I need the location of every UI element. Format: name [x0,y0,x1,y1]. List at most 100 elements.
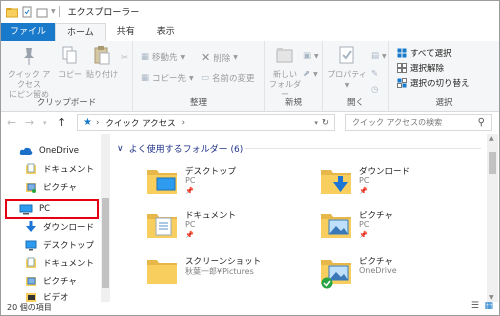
group-label-open: 開く [346,98,364,108]
screenshots-folder-icon [147,260,177,284]
select-all-icon [397,48,407,58]
group-open: プロパティ▼ ▤ ▼ ✎ ◷ 開く [323,41,389,111]
recent-locations-icon[interactable]: ▾ [43,119,47,127]
properties-check-icon [339,46,354,64]
easy-access-dropdown-icon: ▼ [313,70,318,78]
edit-icon: ✎ [371,69,379,79]
address-dropdown-icon[interactable]: ▾ [314,119,318,127]
rename-button[interactable]: ▭ 名前の変更 [201,72,255,84]
nav-item-onedrive-pictures[interactable]: ピクチャ [25,178,77,196]
delete-icon: ✕ [201,51,211,64]
paste-button[interactable]: 貼り付け [85,45,119,80]
nav-scrollbar[interactable] [101,134,110,302]
copy-to-button[interactable]: ▦ コピー先 ▼ [141,72,194,84]
tile-downloads[interactable]: ダウンロード PC 📌 [319,164,469,214]
pictures-icon [26,277,36,286]
move-to-button[interactable]: ▦ 移動先 ▼ [141,51,185,63]
group-select: すべて選択 選択解除 選択の切り替え 選択 [389,41,499,111]
move-to-dropdown-icon: ▼ [180,53,186,61]
nav-label-onedrive: OneDrive [39,146,79,156]
open-button[interactable]: ▤ ▼ [371,51,387,61]
tile-onedrive-pictures[interactable]: ピクチャ OneDrive [319,254,469,302]
tile-desktop[interactable]: デスクトップ PC 📌 [145,164,295,214]
up-arrow-icon[interactable]: ↑ [57,116,66,129]
content-scrollbar-thumb[interactable] [489,152,496,174]
copy-button[interactable]: コピー [57,45,83,80]
select-all-label: すべて選択 [410,49,452,59]
tiles-view-icon[interactable]: ▦ [484,301,493,311]
delete-button[interactable]: ✕ 削除 ▼ [201,51,238,64]
nav-item-onedrive-documents[interactable]: ドキュメント [25,160,94,178]
delete-dropdown-icon: ▼ [233,54,238,61]
address-separator-1: › [95,117,100,128]
forward-arrow-icon[interactable]: → [25,116,34,129]
tile-screenshots-sub: 秋葉一郎¥Pictures [185,267,254,276]
properties-label: プロパティ [327,70,367,79]
properties-button[interactable]: プロパティ ▼ [327,45,367,91]
address-bar-row: ← → ▾ ↑ ★ › クイック アクセス › ▾ ↻ クイック アクセスの検索… [1,112,499,134]
tile-pictures[interactable]: ピクチャ PC 📌 [319,208,469,258]
nav-item-documents[interactable]: ドキュメント [25,254,94,272]
pin-quick-access-button[interactable]: クイック アクセス にピン留め [5,45,53,100]
tab-file[interactable]: ファイル [1,23,56,41]
address-separator-2[interactable]: › [182,118,185,128]
tile-downloads-pin-icon: 📌 [359,187,368,195]
title-bar: ▼ エクスプローラー [1,1,499,22]
tab-share[interactable]: 共有 [106,23,146,41]
edit-button[interactable]: ✎ [371,69,378,79]
frequent-folders-header[interactable]: ∨ よく使用するフォルダー (6) [117,142,243,156]
tab-home[interactable]: ホーム [55,23,106,42]
new-folder-label-1: 新しい [273,70,297,79]
group-label-organize: 整理 [189,98,207,108]
new-folder-button[interactable]: 新しい フォルダー [269,45,301,100]
rename-label: 名前の変更 [212,74,255,84]
nav-scrollbar-thumb[interactable] [102,198,109,288]
new-folder-qa-icon[interactable] [36,6,48,18]
refresh-icon[interactable]: ↻ [322,118,329,128]
select-none-button[interactable]: 選択解除 [397,62,444,74]
title-separator [58,6,60,17]
scroll-down-icon[interactable]: ▼ [489,294,494,301]
address-path[interactable]: クイック アクセス [105,117,175,129]
easy-access-button[interactable]: ⬈ ▼ [303,69,318,79]
nav-item-downloads[interactable]: ダウンロード [25,218,94,236]
search-box[interactable]: クイック アクセスの検索 ⚲ [345,114,492,131]
nav-item-onedrive[interactable]: OneDrive [19,142,79,160]
tile-documents-pin-icon: 📌 [185,231,194,239]
desktop-icon [25,240,37,251]
tile-screenshots[interactable]: スクリーンショット 秋葉一郎¥Pictures [145,254,295,302]
quick-access-star-icon: ★ [83,117,92,128]
rename-icon: ▭ [201,73,210,83]
select-all-button[interactable]: すべて選択 [397,47,452,59]
pc-highlight-box [5,199,99,219]
documents-icon [26,257,36,268]
address-box[interactable]: ★ › クイック アクセス › ▾ ↻ [77,114,335,131]
nav-item-desktop[interactable]: デスクトップ [25,236,94,254]
history-button[interactable]: ◷ [371,85,378,95]
back-arrow-icon[interactable]: ← [7,116,16,129]
tile-documents-sub: PC [185,220,196,229]
tab-view[interactable]: 表示 [146,23,186,41]
easy-access-icon: ⬈ [303,69,311,79]
delete-label: 削除 [213,53,231,64]
ribbon: クイック アクセス にピン留め コピー 貼り付け ✂ クリップボード ▦ 移動先… [1,41,499,112]
search-input[interactable]: クイック アクセスの検索 [352,117,472,128]
tile-documents[interactable]: ドキュメント PC 📌 [145,208,295,258]
details-view-icon[interactable]: ☰ [471,301,479,311]
tile-onedrive-pictures-sub: OneDrive [359,266,397,275]
nav-label-pictures: ピクチャ [43,277,77,287]
tile-pictures-sub: PC [359,220,370,229]
invert-selection-button[interactable]: 選択の切り替え [397,77,470,89]
open-dropdown-icon: ▼ [382,52,387,60]
search-icon[interactable]: ⚲ [478,117,485,128]
properties-icon[interactable] [21,6,33,18]
pictures-folder-icon [26,183,36,193]
customize-dropdown-icon[interactable]: ▼ [51,8,56,15]
collapse-chevron-icon[interactable]: ∨ [117,144,124,154]
pin-label-1: クイック アクセス [7,70,51,89]
scroll-up-icon[interactable]: ▲ [489,135,494,142]
group-clipboard: クイック アクセス にピン留め コピー 貼り付け ✂ クリップボード [1,41,133,111]
content-scrollbar[interactable]: ▲ ▼ [487,134,498,302]
new-item-icon: ▣ [303,51,312,61]
new-item-button[interactable]: ▣ ▼ [303,51,319,61]
